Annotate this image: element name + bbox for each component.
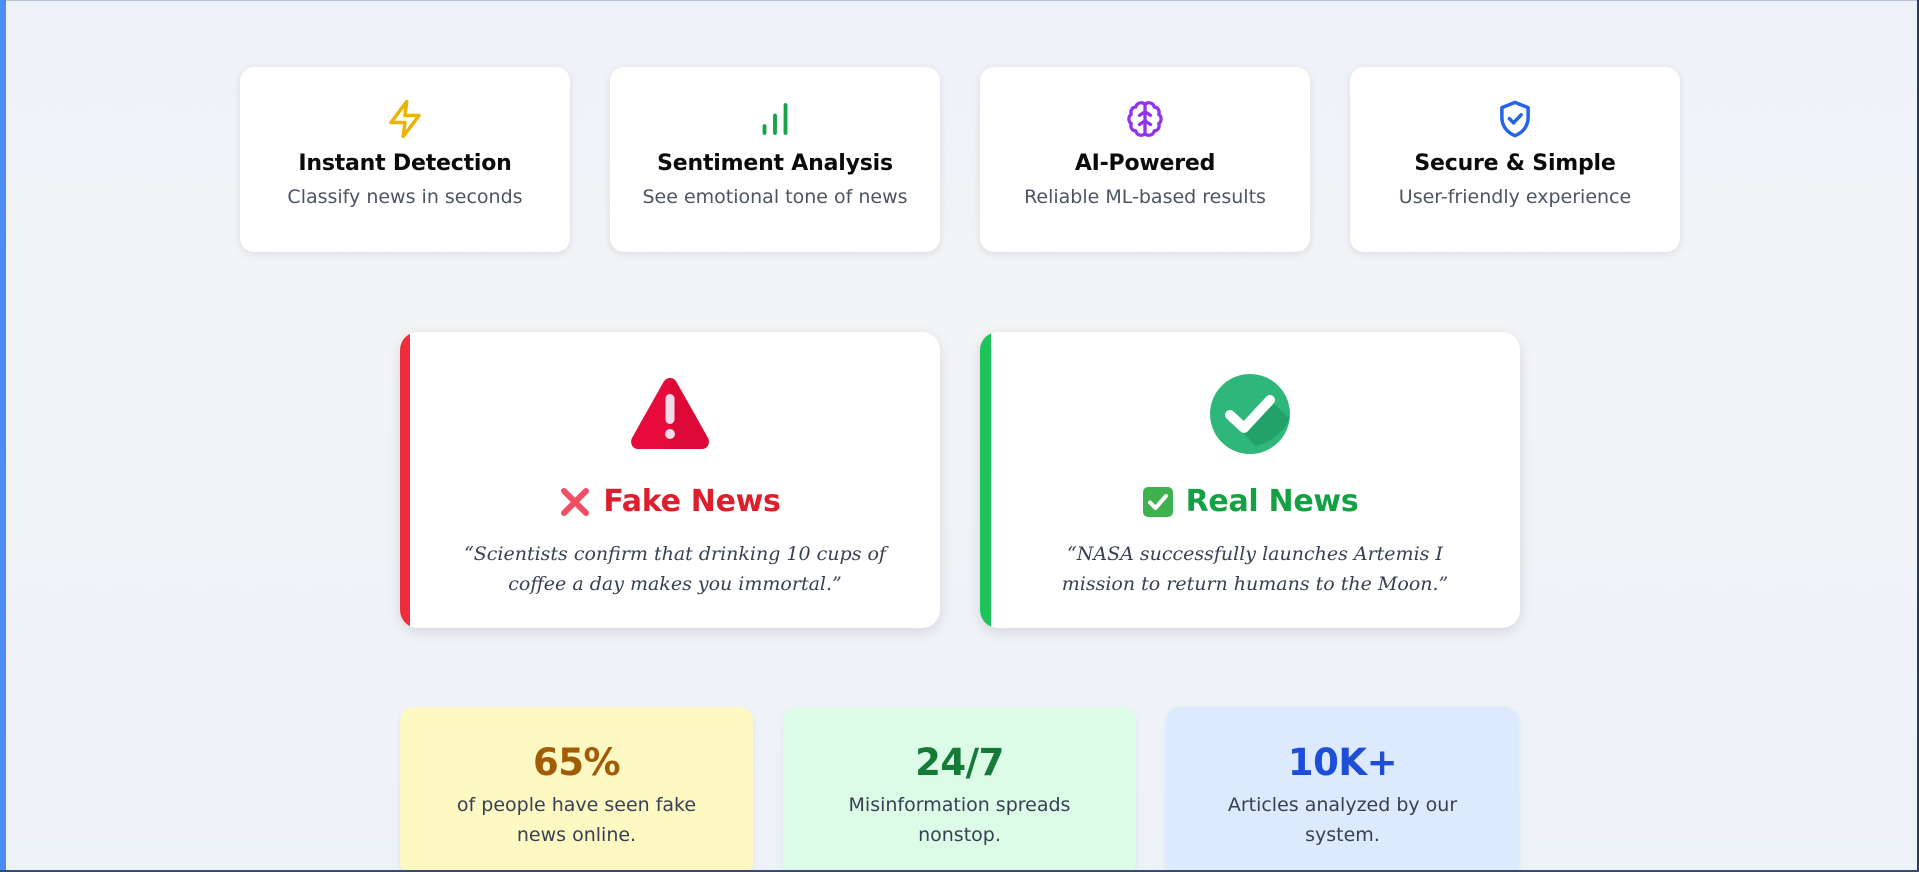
real-news-title: Real News bbox=[1185, 484, 1359, 519]
fake-accent-bar bbox=[400, 332, 410, 628]
fake-news-heading: Fake News bbox=[559, 484, 781, 519]
check-box-icon bbox=[1142, 486, 1174, 518]
stat-label: of people have seen fake news online. bbox=[456, 794, 697, 846]
fake-news-card: Fake News “Scientists confirm that drink… bbox=[400, 332, 940, 628]
fake-news-quote: “Scientists confirm that drinking 10 cup… bbox=[464, 543, 886, 595]
cross-mark-icon bbox=[559, 486, 591, 518]
feature-card-ai-powered: AI-Powered Reliable ML-based results bbox=[980, 67, 1310, 252]
feature-description: Classify news in seconds bbox=[287, 186, 523, 208]
stat-card-misinformation: 24/7 Misinformation spreads nonstop. bbox=[783, 707, 1136, 872]
feature-description: Reliable ML-based results bbox=[1024, 186, 1266, 208]
stat-card-fake-news-seen: 65% of people have seen fake news online… bbox=[400, 707, 753, 872]
brain-icon bbox=[1123, 97, 1167, 141]
shield-check-icon bbox=[1493, 97, 1537, 141]
stat-value: 10K+ bbox=[1287, 741, 1398, 784]
stat-value: 65% bbox=[532, 741, 621, 784]
feature-title: AI-Powered bbox=[1074, 151, 1216, 176]
real-accent-bar bbox=[980, 332, 991, 628]
stat-label: Articles analyzed by our system. bbox=[1227, 794, 1458, 846]
features-section: Instant Detection Classify news in secon… bbox=[240, 67, 1680, 252]
examples-section: Fake News “Scientists confirm that drink… bbox=[400, 332, 1520, 628]
feature-card-sentiment-analysis: Sentiment Analysis See emotional tone of… bbox=[610, 67, 940, 252]
stat-label: Misinformation spreads nonstop. bbox=[848, 794, 1071, 846]
bar-chart-icon bbox=[753, 97, 797, 141]
feature-description: See emotional tone of news bbox=[642, 186, 908, 208]
real-news-quote: “NASA successfully launches Artemis I mi… bbox=[1061, 543, 1449, 595]
feature-title: Sentiment Analysis bbox=[657, 151, 893, 176]
window-left-border bbox=[0, 0, 6, 872]
feature-title: Instant Detection bbox=[298, 151, 512, 176]
stat-value: 24/7 bbox=[915, 741, 1004, 784]
warning-triangle-icon bbox=[631, 378, 709, 449]
feature-card-secure-simple: Secure & Simple User-friendly experience bbox=[1350, 67, 1680, 252]
window-top-border bbox=[0, 0, 1919, 1]
stat-card-articles-analyzed: 10K+ Articles analyzed by our system. bbox=[1166, 707, 1519, 872]
feature-title: Secure & Simple bbox=[1414, 151, 1616, 176]
fake-news-title: Fake News bbox=[603, 484, 781, 519]
check-circle-icon bbox=[1210, 374, 1290, 454]
real-news-card: Real News “NASA successfully launches Ar… bbox=[980, 332, 1520, 628]
stats-section: 65% of people have seen fake news online… bbox=[400, 707, 1519, 872]
feature-card-instant-detection: Instant Detection Classify news in secon… bbox=[240, 67, 570, 252]
feature-description: User-friendly experience bbox=[1398, 186, 1632, 208]
lightning-icon bbox=[383, 97, 427, 141]
real-news-heading: Real News bbox=[1142, 484, 1359, 519]
